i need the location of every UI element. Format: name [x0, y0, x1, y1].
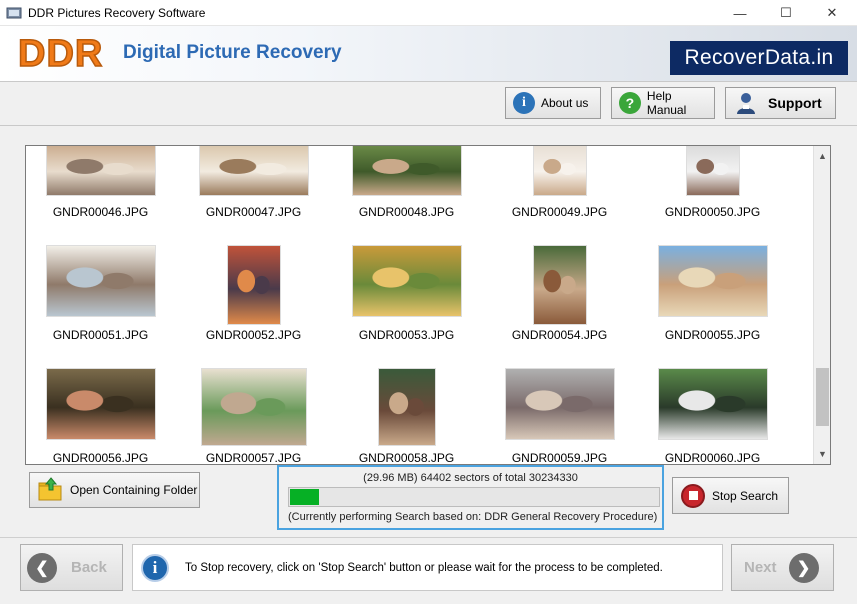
brand-badge: RecoverData.in — [670, 41, 848, 75]
progress-bar — [288, 487, 660, 507]
stop-search-label: Stop Search — [712, 488, 779, 503]
close-button[interactable]: ✕ — [809, 0, 855, 26]
search-method-text: (Currently performing Search based on: D… — [288, 511, 658, 523]
next-arrow-icon: ❯ — [788, 552, 819, 583]
photo-thumbnail[interactable] — [377, 368, 436, 446]
stop-icon — [681, 483, 705, 508]
thumbnail-filename: GNDR00051.JPG — [52, 328, 149, 342]
scroll-down-arrow-icon[interactable]: ▼ — [814, 446, 830, 462]
scroll-up-arrow-icon[interactable]: ▲ — [814, 148, 830, 164]
thumbnail-filename: GNDR00053.JPG — [358, 328, 455, 342]
thumbnail-filename: GNDR00059.JPG — [511, 451, 608, 465]
info-icon: i — [513, 92, 535, 114]
progress-bar-fill — [290, 489, 319, 505]
thumbnail-item[interactable]: GNDR00057.JPG — [177, 146, 330, 464]
stop-search-button[interactable]: Stop Search — [672, 477, 789, 514]
photo-thumbnail[interactable] — [45, 368, 156, 440]
info-message-bar: i To Stop recovery, click on 'Stop Searc… — [132, 544, 723, 591]
photo-thumbnail[interactable] — [504, 368, 615, 440]
thumbnail-filename: GNDR00052.JPG — [205, 328, 302, 342]
back-arrow-icon: ❮ — [27, 552, 57, 583]
thumbnail-filename: GNDR00058.JPG — [358, 451, 455, 465]
folder-icon — [38, 477, 62, 501]
footer-divider — [0, 537, 857, 538]
search-progress-panel: (29.96 MB) 64402 sectors of total 302343… — [277, 465, 664, 530]
thumbnail-item[interactable]: GNDR00059.JPG — [483, 146, 636, 464]
next-button[interactable]: Next ❯ — [731, 544, 834, 591]
support-button[interactable]: Support — [725, 87, 836, 119]
support-person-icon — [737, 93, 755, 114]
minimize-button[interactable]: — — [717, 0, 763, 26]
help-manual-label: Help Manual — [646, 89, 687, 117]
maximize-button[interactable]: ☐ — [763, 0, 809, 26]
thumbnail-item[interactable]: GNDR00058.JPG — [330, 146, 483, 464]
ddr-logo: DDR — [17, 32, 104, 76]
thumbnail-filename: GNDR00060.JPG — [664, 451, 761, 465]
about-us-label: About us — [541, 96, 589, 110]
scroll-thumb[interactable] — [816, 368, 829, 426]
title-bar: DDR Pictures Recovery Software — ☐ ✕ — [0, 0, 857, 26]
progress-stats: (29.96 MB) 64402 sectors of total 302343… — [363, 472, 578, 484]
photo-thumbnail[interactable] — [200, 368, 307, 446]
header-banner: DDR Digital Picture Recovery RecoverData… — [0, 26, 857, 82]
thumbnail-filename: GNDR00057.JPG — [205, 451, 302, 465]
info-message: To Stop recovery, click on 'Stop Search'… — [185, 561, 663, 574]
thumbnail-filename: GNDR00056.JPG — [52, 451, 149, 465]
info-icon: i — [141, 553, 169, 582]
open-folder-label: Open Containing Folder — [70, 483, 198, 497]
next-label: Next — [744, 559, 777, 576]
recovered-photos-gallery[interactable]: GNDR00046.JPG GNDR00047.JPG GNDR00048.JPG G… — [25, 145, 831, 465]
thumbnail-filename: GNDR00055.JPG — [664, 328, 761, 342]
gallery-scrollbar[interactable]: ▲ ▼ — [813, 146, 830, 464]
help-icon: ? — [619, 92, 641, 114]
support-label: Support — [768, 95, 822, 111]
window-title: DDR Pictures Recovery Software — [28, 5, 206, 20]
header-divider — [0, 125, 857, 126]
open-containing-folder-button[interactable]: Open Containing Folder — [29, 472, 200, 508]
thumbnail-filename: GNDR00054.JPG — [511, 328, 608, 342]
thumbnail-item[interactable]: GNDR00056.JPG — [26, 146, 177, 464]
app-icon — [6, 7, 22, 18]
back-label: Back — [71, 559, 107, 576]
thumbnail-item[interactable]: GNDR00060.JPG — [636, 146, 789, 464]
back-button[interactable]: ❮ Back — [20, 544, 123, 591]
about-us-button[interactable]: i About us — [505, 87, 601, 119]
product-title: Digital Picture Recovery — [123, 42, 342, 63]
help-manual-button[interactable]: ? Help Manual — [611, 87, 715, 119]
photo-thumbnail[interactable] — [657, 368, 768, 440]
